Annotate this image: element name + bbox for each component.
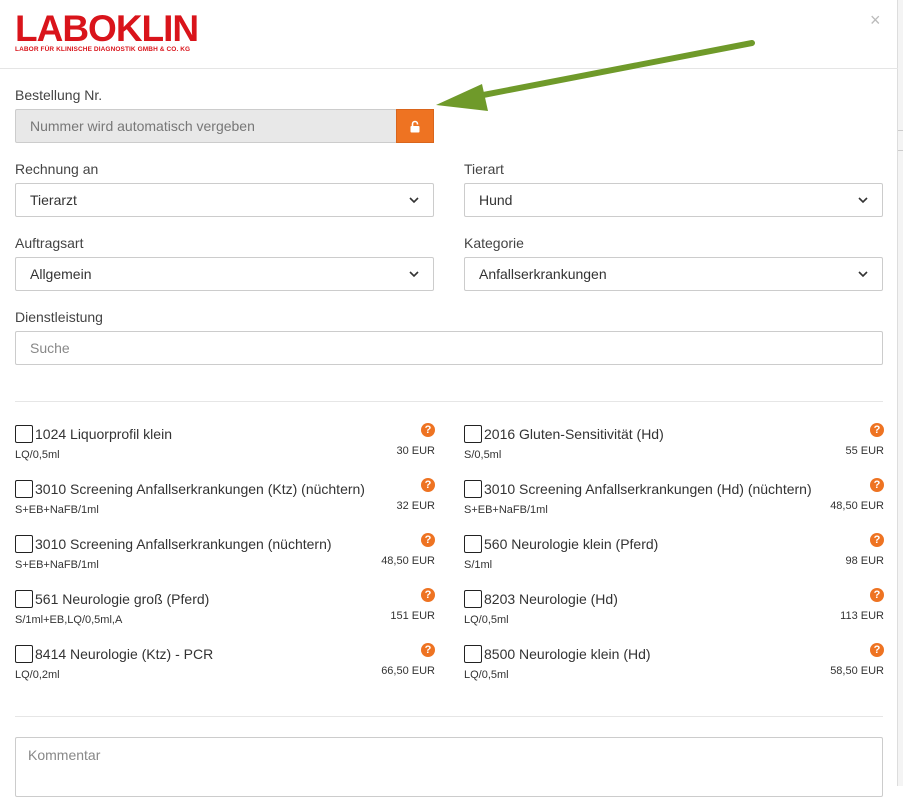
help-icon[interactable]: ? xyxy=(870,533,884,547)
divider xyxy=(15,716,883,717)
divider xyxy=(15,401,883,402)
service-price: 55 EUR xyxy=(845,445,884,457)
service-checkbox[interactable] xyxy=(464,645,482,663)
service-price: 58,50 EUR xyxy=(830,665,884,677)
service-item: 560 Neurologie klein (Pferd)? S/1ml 98 EUR xyxy=(464,530,884,580)
order-type-select[interactable]: Allgemein xyxy=(15,257,434,291)
help-icon[interactable]: ? xyxy=(421,478,435,492)
service-name: 8203 Neurologie (Hd) xyxy=(484,591,618,607)
unlock-order-number-button[interactable] xyxy=(396,109,434,143)
service-checkbox[interactable] xyxy=(464,535,482,553)
service-item: 8500 Neurologie klein (Hd)? LQ/0,5ml 58,50… xyxy=(464,640,884,690)
service-checkbox[interactable] xyxy=(464,590,482,608)
service-price: 66,50 EUR xyxy=(381,665,435,677)
service-name: 561 Neurologie groß (Pferd) xyxy=(35,591,210,607)
service-name: 560 Neurologie klein (Pferd) xyxy=(484,536,659,552)
background-line xyxy=(898,130,903,131)
help-icon[interactable]: ? xyxy=(870,478,884,492)
modal-header: LABOKLIN LABOR FÜR KLINISCHE DIAGNOSTIK … xyxy=(0,0,898,69)
service-sample: S+EB+NaFB/1ml xyxy=(464,504,548,516)
chevron-down-icon xyxy=(409,271,419,278)
service-checkbox[interactable] xyxy=(464,480,482,498)
service-name: 3010 Screening Anfallserkrankungen (Hd) … xyxy=(484,481,812,497)
invoice-label: Rechnung an xyxy=(15,161,99,177)
service-sample: LQ/0,5ml xyxy=(464,669,509,681)
help-icon[interactable]: ? xyxy=(870,588,884,602)
chevron-down-icon xyxy=(858,271,868,278)
service-name: 2016 Gluten-Sensitivität (Hd) xyxy=(484,426,664,442)
service-sample: S/1ml+EB,LQ/0,5ml,A xyxy=(15,614,123,626)
category-value: Anfallserkrankungen xyxy=(479,266,607,282)
background-page-edge xyxy=(898,0,903,786)
animal-value: Hund xyxy=(479,192,513,208)
service-item: 3010 Screening Anfallserkrankungen (Ktz)… xyxy=(15,475,435,525)
service-price: 98 EUR xyxy=(845,555,884,567)
animal-label: Tierart xyxy=(464,161,504,177)
service-price: 30 EUR xyxy=(396,445,435,457)
service-checkbox[interactable] xyxy=(15,425,33,443)
order-modal: LABOKLIN LABOR FÜR KLINISCHE DIAGNOSTIK … xyxy=(0,0,898,797)
service-name: 8414 Neurologie (Ktz) - PCR xyxy=(35,646,214,662)
service-sample: LQ/0,5ml xyxy=(464,614,509,626)
help-icon[interactable]: ? xyxy=(421,423,435,437)
background-line xyxy=(898,150,903,151)
help-icon[interactable]: ? xyxy=(870,423,884,437)
service-price: 48,50 EUR xyxy=(830,500,884,512)
order-type-label: Auftragsart xyxy=(15,235,84,251)
service-search-input[interactable]: Suche xyxy=(15,331,883,365)
service-item: 8203 Neurologie (Hd)? LQ/0,5ml 113 EUR xyxy=(464,585,884,635)
unlock-icon xyxy=(410,120,420,132)
service-item: 8414 Neurologie (Ktz) - PCR? LQ/0,2ml 66,5… xyxy=(15,640,435,690)
service-checkbox[interactable] xyxy=(15,480,33,498)
help-icon[interactable]: ? xyxy=(421,533,435,547)
service-item: 1024 Liquorprofil klein? LQ/0,5ml 30 EUR xyxy=(15,420,435,470)
service-checkbox[interactable] xyxy=(15,645,33,663)
service-price: 113 EUR xyxy=(840,610,884,622)
service-name: 3010 Screening Anfallserkrankungen (Ktz)… xyxy=(35,481,365,497)
service-name: 3010 Screening Anfallserkrankungen (nüch… xyxy=(35,536,332,552)
service-price: 48,50 EUR xyxy=(381,555,435,567)
service-sample: S/0,5ml xyxy=(464,449,502,461)
service-item: 3010 Screening Anfallserkrankungen (nüch… xyxy=(15,530,435,580)
service-sample: LQ/0,5ml xyxy=(15,449,60,461)
invoice-value: Tierarzt xyxy=(30,192,77,208)
service-sample: S+EB+NaFB/1ml xyxy=(15,504,99,516)
service-price: 151 EUR xyxy=(390,610,435,622)
service-label: Dienstleistung xyxy=(15,309,103,325)
order-number-field[interactable]: Nummer wird automatisch vergeben xyxy=(15,109,397,143)
service-sample: S/1ml xyxy=(464,559,493,571)
service-item: 561 Neurologie groß (Pferd)? S/1ml+EB,LQ/… xyxy=(15,585,435,635)
service-checkbox[interactable] xyxy=(464,425,482,443)
chevron-down-icon xyxy=(858,197,868,204)
service-sample: LQ/0,2ml xyxy=(15,669,60,681)
logo-subtitle: LABOR FÜR KLINISCHE DIAGNOSTIK GMBH & CO… xyxy=(15,46,191,53)
service-checkbox[interactable] xyxy=(15,535,33,553)
category-label: Kategorie xyxy=(464,235,524,251)
help-icon[interactable]: ? xyxy=(870,643,884,657)
category-select[interactable]: Anfallserkrankungen xyxy=(464,257,883,291)
logo-wordmark: LABOKLIN xyxy=(15,8,199,49)
order-number-label: Bestellung Nr. xyxy=(15,87,103,103)
animal-select[interactable]: Hund xyxy=(464,183,883,217)
service-name: 1024 Liquorprofil klein xyxy=(35,426,172,442)
service-item: 2016 Gluten-Sensitivität (Hd)? S/0,5ml 55 … xyxy=(464,420,884,470)
invoice-select[interactable]: Tierarzt xyxy=(15,183,434,217)
close-icon[interactable]: × xyxy=(870,10,881,31)
service-price: 32 EUR xyxy=(396,500,435,512)
laboklin-logo: LABOKLIN LABOR FÜR KLINISCHE DIAGNOSTIK … xyxy=(15,8,199,54)
service-checkbox[interactable] xyxy=(15,590,33,608)
help-icon[interactable]: ? xyxy=(421,643,435,657)
service-item: 3010 Screening Anfallserkrankungen (Hd) … xyxy=(464,475,884,525)
chevron-down-icon xyxy=(409,197,419,204)
service-name: 8500 Neurologie klein (Hd) xyxy=(484,646,651,662)
service-sample: S+EB+NaFB/1ml xyxy=(15,559,99,571)
help-icon[interactable]: ? xyxy=(421,588,435,602)
comment-textarea[interactable]: Kommentar xyxy=(15,737,883,797)
order-type-value: Allgemein xyxy=(30,266,92,282)
